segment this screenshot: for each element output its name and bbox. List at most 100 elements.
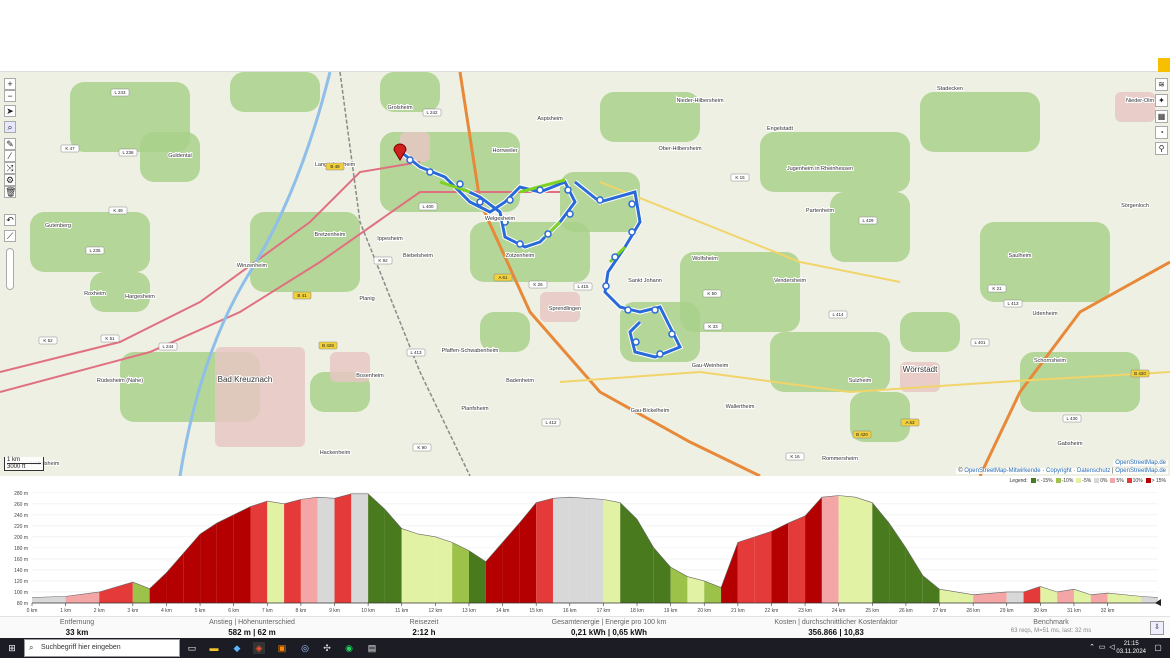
delete-icon[interactable]: 🗑 xyxy=(4,186,16,198)
pin-icon[interactable]: ⚲ xyxy=(1155,142,1168,155)
road-label: K 50 xyxy=(707,291,717,296)
place-label: Rüdesheim (Nahe) xyxy=(97,378,143,384)
place-label: Sankt Johann xyxy=(628,278,662,284)
map-canvas[interactable]: Grolsheim Aspisheim Horrweiler Ober-Hilbers… xyxy=(0,72,1170,476)
map-view[interactable]: Grolsheim Aspisheim Horrweiler Ober-Hilbers… xyxy=(0,72,1170,476)
profile-segment xyxy=(821,495,839,603)
taskbar-search[interactable]: ⌕ Suchbegriff hier eingeben xyxy=(24,639,180,657)
x-tick-label: 15 km xyxy=(529,608,543,614)
road-label: K 49 xyxy=(113,208,123,213)
elevation-chart[interactable]: 280 m 260 m 240 m 220 m 200 m 180 m 160 m 140 m… xyxy=(0,476,1170,616)
app-icon-1[interactable]: ◆ xyxy=(231,642,243,654)
search-icon[interactable]: ⌕ xyxy=(4,121,16,133)
zoom-out-button[interactable]: − xyxy=(4,90,16,102)
app-icon-3[interactable]: ✣ xyxy=(321,642,333,654)
copyright-link[interactable]: Copyright xyxy=(1046,468,1072,474)
tile-attribution-top[interactable]: OpenStreetMap.de xyxy=(1113,460,1168,466)
legend-item: 5% xyxy=(1110,478,1124,484)
place-label: Gutenberg xyxy=(45,223,71,229)
osm-link[interactable]: OpenStreetMap-Mitwirkende xyxy=(964,468,1040,474)
x-tick-label: 10 km xyxy=(361,608,375,614)
place-label: Nieder-Olm xyxy=(1126,98,1155,104)
side-tab[interactable] xyxy=(1158,58,1170,72)
scale-imperial: 3000 ft xyxy=(7,463,41,470)
profile-segment xyxy=(300,497,318,603)
windows-start-icon[interactable]: ⊞ xyxy=(6,642,18,654)
route-waypoint xyxy=(628,228,636,236)
legend-item: > 15% xyxy=(1145,478,1166,484)
profile-segment xyxy=(552,497,570,603)
place-label: Gau-Bickelheim xyxy=(631,408,670,414)
top-toolbar xyxy=(0,0,1170,72)
system-clock[interactable]: 21:15 03.11.2024 xyxy=(1116,640,1146,656)
table-icon[interactable]: ▦ xyxy=(1155,110,1168,123)
route-waypoint xyxy=(596,196,604,204)
road-label: B 420 xyxy=(856,432,868,437)
zoom-slider[interactable] xyxy=(6,248,14,290)
road-label: K 51 xyxy=(105,336,115,341)
x-tick-label: 14 km xyxy=(496,608,510,614)
profile-segment xyxy=(334,493,352,603)
layers-icon[interactable]: ≋ xyxy=(1155,78,1168,91)
profile-segment xyxy=(284,499,301,603)
x-tick-label: 32 km xyxy=(1101,608,1115,614)
locate-icon[interactable]: ➤ xyxy=(4,105,16,117)
y-tick-label: 220 m xyxy=(14,524,28,530)
settings-icon[interactable]: ⚙ xyxy=(4,174,16,186)
brave-browser-icon[interactable]: ◈ xyxy=(253,642,265,654)
place-label: Vendersheim xyxy=(774,278,807,284)
place-label: Zotzenheim xyxy=(506,253,535,259)
x-tick-label: 0 km xyxy=(27,608,38,614)
shuffle-icon[interactable]: ⤨ xyxy=(4,162,16,174)
forest-area xyxy=(900,312,960,352)
road-label: L 244 xyxy=(162,344,174,349)
road-label: K 15 xyxy=(735,175,745,180)
export-button[interactable]: ⇩ xyxy=(1150,621,1164,635)
road-label: L 414 xyxy=(832,312,844,317)
elevation-profile[interactable]: 280 m 260 m 240 m 220 m 200 m 180 m 160 m 140 m… xyxy=(0,476,1170,616)
y-tick-label: 80 m xyxy=(17,601,28,607)
elevation-profile-icon[interactable]: ⟋ xyxy=(4,230,16,242)
route-waypoint xyxy=(566,210,574,218)
x-tick-label: 7 km xyxy=(262,608,273,614)
route-waypoint xyxy=(624,306,632,314)
route-icon[interactable]: ⁄ xyxy=(4,150,16,162)
x-tick-label: 21 km xyxy=(731,608,745,614)
spotify-icon[interactable]: ◉ xyxy=(343,642,355,654)
app-icon-4[interactable]: ▤ xyxy=(366,642,378,654)
draw-icon[interactable]: ✎ xyxy=(4,138,16,150)
road-label: B 48 xyxy=(330,164,340,169)
place-label: Wolfsheim xyxy=(692,256,718,262)
notification-icon[interactable]: ▢ xyxy=(1152,642,1164,654)
zoom-in-button[interactable]: + xyxy=(4,78,16,90)
tiles-link[interactable]: OpenStreetMap.de xyxy=(1115,468,1166,474)
place-label: Engelstadt xyxy=(767,126,793,132)
app-icon-2[interactable]: ▣ xyxy=(276,642,288,654)
x-tick-label: 30 km xyxy=(1034,608,1048,614)
legend-item: -5% xyxy=(1076,478,1091,484)
x-tick-label: 1 km xyxy=(60,608,71,614)
tiles-link-top[interactable]: OpenStreetMap.de xyxy=(1115,460,1166,466)
privacy-link[interactable]: Datenschutz xyxy=(1077,468,1110,474)
place-label: Sprendlingen xyxy=(549,306,581,312)
steam-icon[interactable]: ◎ xyxy=(299,642,311,654)
x-tick-label: 9 km xyxy=(329,608,340,614)
route-waypoint xyxy=(651,306,659,314)
x-tick-label: 28 km xyxy=(966,608,980,614)
place-label: Welgesheim xyxy=(485,216,516,222)
route-waypoint xyxy=(544,230,552,238)
stat-time: Reisezeit 2:12 h xyxy=(409,619,439,637)
road-label: K 92 xyxy=(378,258,388,263)
profile-segment xyxy=(788,515,806,603)
x-tick-label: 18 km xyxy=(630,608,644,614)
forest-area xyxy=(920,92,1040,152)
profile-segment xyxy=(216,514,234,603)
profile-segment xyxy=(603,499,621,603)
undo-icon[interactable]: ↶ xyxy=(4,214,16,226)
file-explorer-icon[interactable]: ▬ xyxy=(208,642,220,654)
task-view-icon[interactable]: ▭ xyxy=(186,642,198,654)
place-label: Pfaffen-Schwabenheim xyxy=(442,348,499,354)
tools-icon[interactable]: ✦ xyxy=(1155,94,1168,107)
road-label: B 41 xyxy=(297,293,307,298)
pie-icon[interactable]: ◔ xyxy=(1155,126,1168,139)
